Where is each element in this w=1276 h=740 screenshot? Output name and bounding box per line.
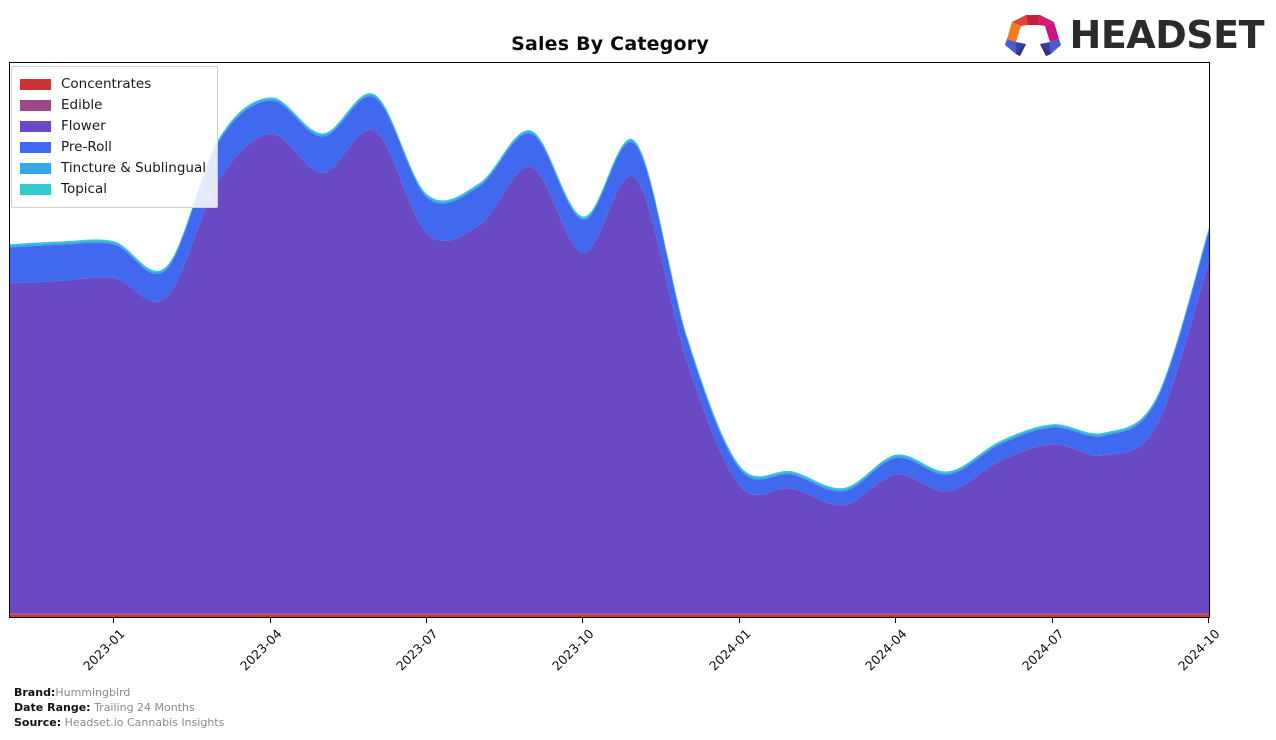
x-tick-mark [426, 618, 428, 623]
legend-item-pre-roll[interactable]: Pre-Roll [20, 137, 211, 158]
footer-row-date-range: Date Range: Trailing 24 Months [14, 700, 224, 715]
legend-swatch-edible [20, 100, 51, 111]
legend-swatch-pre-roll [20, 142, 51, 153]
headset-brand-logo: HEADSET [1002, 11, 1265, 59]
legend-swatch-flower [20, 121, 51, 132]
footer-row-source: Source: Headset.io Cannabis Insights [14, 715, 224, 730]
footer-key-brand: Brand: [14, 686, 56, 699]
legend-label-tincture-sublingual: Tincture & Sublingual [61, 159, 206, 176]
area-series-edible [10, 613, 1209, 615]
footer-row-brand: Brand:Hummingbird [14, 685, 224, 700]
legend-item-edible[interactable]: Edible [20, 95, 211, 116]
x-tick-label: 2024-01 [705, 626, 754, 674]
legend-swatch-tincture-sublingual [20, 163, 51, 174]
x-tick-mark [1051, 618, 1053, 623]
footer-value-source: Headset.io Cannabis Insights [64, 716, 225, 729]
area-series-concentrates [10, 614, 1209, 617]
x-tick-mark [1208, 618, 1209, 623]
legend-label-topical: Topical [61, 180, 107, 197]
legend-item-flower[interactable]: Flower [20, 116, 211, 137]
x-tick-mark [895, 618, 897, 623]
x-tick-mark [113, 618, 115, 623]
legend-label-edible: Edible [61, 96, 103, 113]
chart-header: Sales By Category HEADSET [0, 0, 1276, 62]
x-tick-mark [582, 618, 584, 623]
x-tick-mark [269, 618, 271, 623]
footer-value-date-range: Trailing 24 Months [94, 701, 195, 714]
legend-swatch-concentrates [20, 79, 51, 90]
x-tick-label: 2023-10 [549, 626, 598, 674]
footer-value-brand: Hummingbird [55, 686, 131, 699]
x-tick-label: 2024-10 [1175, 626, 1223, 674]
footer-key-date-range: Date Range: [14, 701, 91, 714]
brand-wordmark: HEADSET [1069, 13, 1265, 57]
x-tick-label: 2023-01 [80, 626, 128, 674]
x-tick-label: 2023-04 [236, 626, 285, 674]
legend-label-concentrates: Concentrates [61, 75, 152, 92]
footer-key-source: Source: [14, 716, 62, 729]
x-tick-label: 2024-07 [1018, 626, 1067, 674]
headset-logo-icon [1004, 15, 1061, 56]
legend-swatch-topical [20, 184, 51, 195]
x-tick-label: 2024-04 [862, 626, 910, 674]
legend-label-pre-roll: Pre-Roll [61, 138, 112, 155]
x-tick-mark [738, 618, 740, 623]
chart-footer: Brand:Hummingbird Date Range: Trailing 2… [14, 685, 224, 730]
legend-label-flower: Flower [61, 117, 106, 134]
legend-item-concentrates[interactable]: Concentrates [20, 74, 211, 95]
x-axis: 2023-01 2023-04 2023-07 2023-10 2024-01 2024-… [0, 618, 1276, 688]
x-tick-label: 2023-07 [393, 626, 441, 674]
chart-legend: Concentrates Edible Flower Pre-Roll Tinc… [11, 66, 218, 208]
legend-item-tincture-sublingual[interactable]: Tincture & Sublingual [20, 158, 211, 179]
legend-item-topical[interactable]: Topical [20, 179, 211, 200]
